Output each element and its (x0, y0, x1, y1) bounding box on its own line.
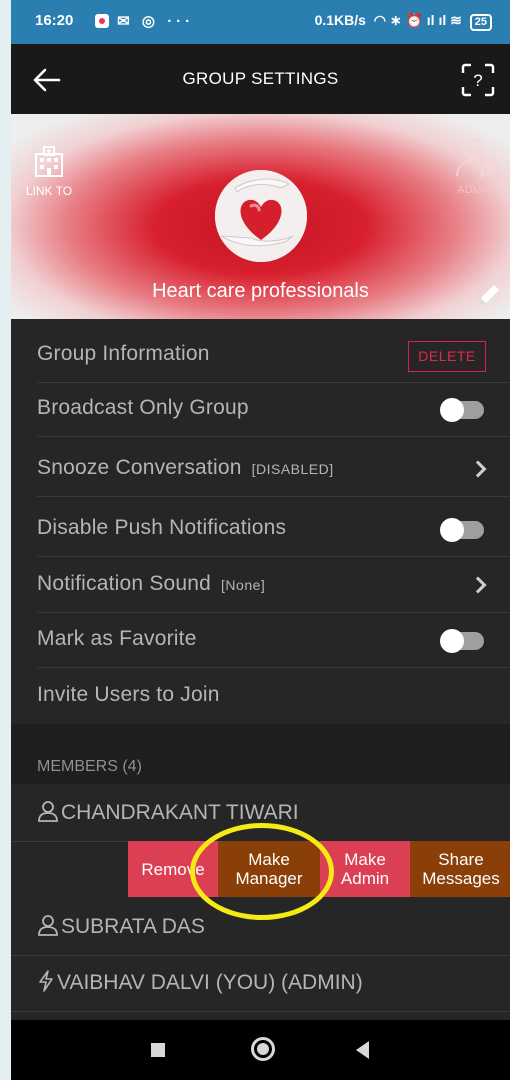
toggle-knob (440, 398, 464, 422)
settings-list: Group Information DELETE Broadcast Only … (11, 319, 510, 724)
broadcast-only-toggle[interactable] (440, 398, 484, 422)
whatsapp-icon: ◎ (141, 13, 160, 30)
share-messages-button[interactable]: Share Messages (410, 841, 510, 897)
group-name: Heart care professionals (152, 280, 369, 302)
mark-favorite-label: Mark as Favorite (37, 627, 197, 650)
link-to-label: LINK TO (25, 184, 73, 198)
notification-sound-row[interactable]: Notification Sound [None] (37, 557, 510, 613)
back-nav-icon[interactable] (356, 1041, 369, 1059)
group-avatar[interactable] (215, 170, 307, 262)
app-notification-icon (95, 14, 109, 28)
disable-push-label: Disable Push Notifications (37, 516, 287, 539)
invite-users-label: Invite Users to Join (37, 683, 220, 706)
notification-sound-text: Notification Sound (37, 572, 212, 595)
qr-scan-icon[interactable]: ? (460, 62, 496, 98)
status-right: 0.1KB/s ◠ ∗ ⏰ ıl ıl ≋ 25 (315, 12, 492, 31)
app-header: GROUP SETTINGS ? (11, 44, 510, 114)
snooze-label: Snooze Conversation [DISABLED] (37, 456, 334, 480)
share-messages-label: Share Messages (422, 850, 499, 888)
share-line2: Messages (422, 869, 500, 888)
make-admin-label: Make Admin (341, 850, 389, 888)
chevron-right-icon[interactable] (469, 460, 487, 478)
system-nav-bar (11, 1020, 510, 1080)
background-strip (0, 0, 11, 1080)
group-banner: LINK TO ADMIN Heart care professionals (11, 114, 510, 319)
member-label: CHANDRAKANT TIWARI (37, 800, 299, 825)
notification-sound-value: [None] (221, 577, 266, 593)
member-label: VAIBHAV DALVI (YOU) (ADMIN) (37, 970, 363, 995)
broadcast-only-row: Broadcast Only Group (37, 381, 510, 437)
system-icons: ◠ ∗ ⏰ ıl ıl ≋ (369, 12, 462, 28)
members-count-label: MEMBERS (4) (37, 758, 142, 775)
recents-icon[interactable] (151, 1043, 165, 1057)
battery-icon: 25 (469, 14, 492, 31)
heart-hands-image (215, 170, 307, 262)
share-line1: Share (438, 850, 484, 869)
invite-users-row[interactable]: Invite Users to Join (37, 668, 510, 724)
page-title: GROUP SETTINGS (182, 69, 339, 88)
member-name: SUBRATA DAS (61, 915, 205, 938)
delete-group-button[interactable]: DELETE (408, 341, 486, 372)
admin-user-edit-icon (456, 139, 497, 178)
notification-sound-label: Notification Sound [None] (37, 572, 265, 596)
snooze-text: Snooze Conversation (37, 456, 242, 479)
group-information-label: Group Information (37, 342, 210, 365)
admin-label: ADMIN (457, 184, 493, 196)
mark-favorite-toggle[interactable] (440, 629, 484, 653)
more-icon: ··· (167, 13, 195, 30)
status-time: 16:20 (35, 12, 74, 29)
notification-icons: ✉ ◎ ··· (95, 12, 194, 30)
toggle-knob (440, 629, 464, 653)
broadcast-only-label: Broadcast Only Group (37, 396, 249, 419)
user-icon (38, 915, 58, 936)
disable-push-toggle[interactable] (440, 518, 484, 542)
status-bar: 16:20 ✉ ◎ ··· 0.1KB/s ◠ ∗ ⏰ ıl ıl ≋ 25 (11, 0, 510, 44)
member-name: VAIBHAV DALVI (YOU) (ADMIN) (57, 971, 363, 994)
network-speed: 0.1KB/s (314, 12, 366, 28)
member-row[interactable]: VAIBHAV DALVI (YOU) (ADMIN) (11, 954, 510, 1012)
member-name: CHANDRAKANT TIWARI (61, 801, 299, 824)
make-admin-line1: Make (344, 850, 386, 869)
admin-indicator: ADMIN (446, 136, 504, 196)
snooze-row[interactable]: Snooze Conversation [DISABLED] (37, 441, 510, 497)
disable-push-row: Disable Push Notifications (37, 501, 510, 557)
svg-text:?: ? (473, 71, 482, 90)
snooze-value: [DISABLED] (251, 461, 334, 477)
highlight-circle-annotation (190, 823, 334, 920)
toggle-knob (440, 518, 464, 542)
member-label: SUBRATA DAS (37, 914, 205, 939)
link-to-button[interactable]: LINK TO (23, 144, 75, 198)
chevron-right-icon[interactable] (469, 576, 487, 594)
make-admin-line2: Admin (340, 869, 390, 888)
building-icon (35, 146, 63, 177)
edit-pencil-icon[interactable] (476, 282, 502, 308)
home-icon[interactable] (251, 1037, 275, 1061)
group-information-row: Group Information DELETE (37, 327, 510, 383)
user-icon (38, 801, 58, 822)
mail-icon: ✉ (117, 13, 134, 30)
mark-favorite-row: Mark as Favorite (37, 612, 510, 668)
members-header: MEMBERS (4) (11, 724, 510, 784)
bolt-icon (39, 970, 53, 992)
